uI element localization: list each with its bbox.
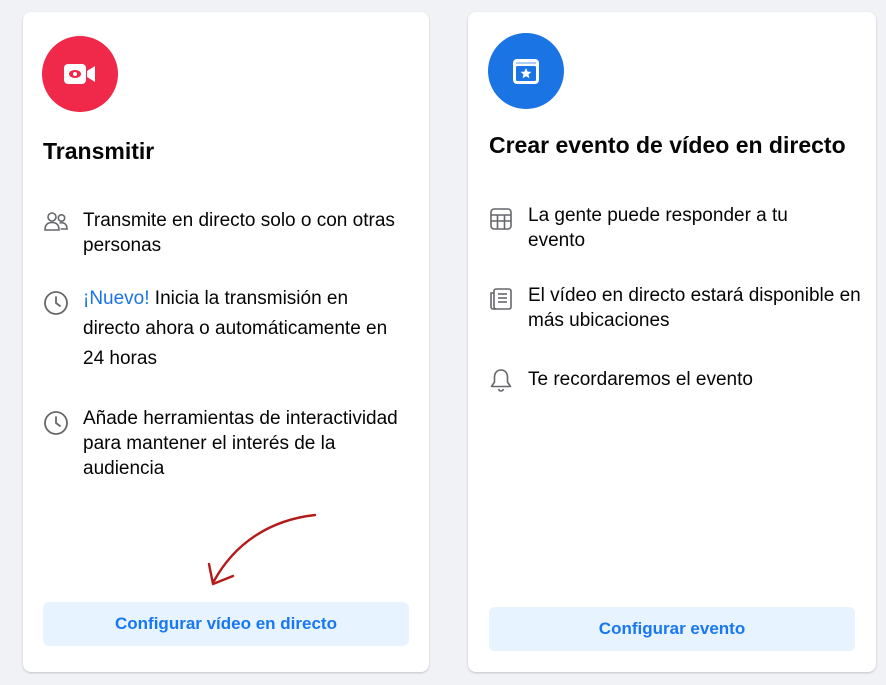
annotation-arrow-icon	[207, 513, 317, 586]
feature-text: Transmite en directo solo o con otras pe…	[83, 210, 395, 256]
clock-icon	[43, 290, 69, 316]
feature-item: El vídeo en directo estará disponible en…	[488, 283, 861, 335]
video-camera-icon	[42, 36, 118, 112]
feature-text: Te recordaremos el evento	[528, 369, 753, 390]
new-badge-text: ¡Nuevo!	[83, 288, 150, 309]
calendar-grid-icon	[488, 206, 514, 232]
feature-text: Añade herramientas de interactividad par…	[83, 408, 398, 479]
feature-text: El vídeo en directo estará disponible en…	[528, 285, 861, 331]
card-title: Transmitir	[43, 138, 155, 164]
bell-icon	[488, 367, 514, 393]
clock-icon	[43, 410, 69, 436]
live-event-card: Crear evento de vídeo en directo La gent…	[468, 12, 876, 672]
setup-event-button[interactable]: Configurar evento	[489, 607, 855, 651]
calendar-star-icon	[488, 33, 564, 109]
feature-item: La gente puede responder a tu evento	[488, 203, 858, 255]
card-title: Crear evento de vídeo en directo	[489, 132, 846, 158]
people-icon	[43, 209, 69, 235]
feature-item: Transmite en directo solo o con otras pe…	[43, 208, 403, 260]
feature-text: ¡Nuevo! Inicia la transmisión en directo…	[83, 288, 388, 369]
feature-item: Te recordaremos el evento	[488, 367, 858, 397]
feature-item: Añade herramientas de interactividad par…	[43, 406, 403, 486]
feature-item: ¡Nuevo! Inicia la transmisión en directo…	[43, 284, 403, 376]
feature-text: La gente puede responder a tu evento	[528, 205, 788, 251]
newsfeed-icon	[488, 286, 514, 312]
setup-live-video-button[interactable]: Configurar vídeo en directo	[43, 602, 409, 646]
